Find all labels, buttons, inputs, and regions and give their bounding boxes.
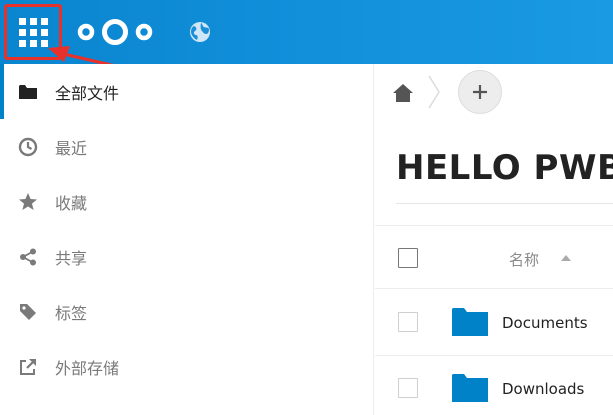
apps-grid-icon xyxy=(18,17,48,47)
folder-icon xyxy=(452,374,488,402)
external-link-icon xyxy=(18,357,38,377)
sidebar-item-all-files[interactable]: 全部文件 xyxy=(0,64,373,119)
sidebar-item-label: 共享 xyxy=(55,248,88,268)
sort-ascending-icon[interactable] xyxy=(561,255,571,261)
file-name[interactable]: Documents xyxy=(502,314,588,332)
sidebar-item-external-storage[interactable]: 外部存储 xyxy=(0,339,373,394)
sidebar-item-label: 收藏 xyxy=(55,193,88,213)
clock-icon xyxy=(18,137,38,157)
apps-menu-button[interactable] xyxy=(4,4,62,60)
app-header xyxy=(0,0,613,64)
file-list-header: 名称 xyxy=(375,225,613,289)
breadcrumb-separator-icon xyxy=(428,75,440,109)
row-checkbox[interactable] xyxy=(398,378,418,398)
divider xyxy=(396,203,613,204)
nextcloud-logo-icon[interactable] xyxy=(76,16,154,48)
tag-icon xyxy=(18,302,38,322)
table-row[interactable]: Documents xyxy=(375,290,613,356)
sidebar-item-recent[interactable]: 最近 xyxy=(0,119,373,174)
sidebar-item-label: 全部文件 xyxy=(55,83,120,103)
select-all-checkbox[interactable] xyxy=(398,248,418,268)
page-title: HELLO PWB xyxy=(396,148,613,188)
file-name[interactable]: Downloads xyxy=(502,380,584,398)
column-header-name[interactable]: 名称 xyxy=(509,249,539,270)
sidebar-item-label: 最近 xyxy=(55,138,88,158)
sidebar-item-favorites[interactable]: 收藏 xyxy=(0,174,373,229)
sidebar-item-label: 外部存储 xyxy=(55,358,120,378)
new-file-button[interactable] xyxy=(458,70,502,114)
sidebar-item-tags[interactable]: 标签 xyxy=(0,284,373,339)
plus-icon xyxy=(473,85,487,99)
folder-icon xyxy=(452,308,488,336)
breadcrumb xyxy=(375,64,613,120)
files-main: HELLO PWB 名称 Documents Downloads xyxy=(375,64,613,415)
home-icon[interactable] xyxy=(392,82,414,104)
share-icon xyxy=(18,247,38,267)
sidebar-item-shares[interactable]: 共享 xyxy=(0,229,373,284)
globe-icon[interactable] xyxy=(188,20,212,44)
sidebar-item-label: 标签 xyxy=(55,303,88,323)
star-icon xyxy=(18,192,38,212)
sidebar: 全部文件 最近 收藏 共享 标签 外部存储 xyxy=(0,64,374,415)
table-row[interactable]: Downloads xyxy=(375,356,613,415)
folder-icon xyxy=(18,82,38,102)
row-checkbox[interactable] xyxy=(398,312,418,332)
